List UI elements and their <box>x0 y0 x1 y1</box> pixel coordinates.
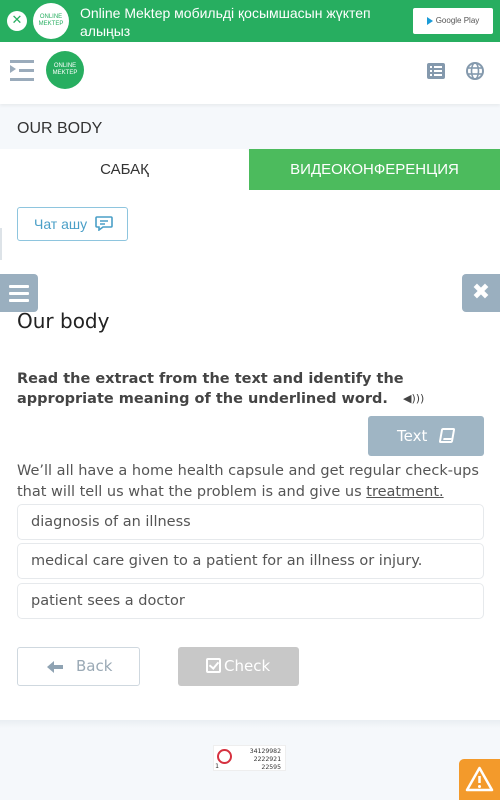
menu-toggle-icon[interactable] <box>10 60 34 82</box>
banner-message: Online Mektep мобильді қосымшасын жүктеп… <box>80 5 371 39</box>
counter-line: 22595 <box>261 763 281 771</box>
counter-logo-icon <box>217 749 232 764</box>
google-play-icon <box>426 16 433 25</box>
banner-close-button[interactable]: ✕ <box>7 11 27 31</box>
side-close-button[interactable]: ✖ <box>462 274 500 312</box>
answer-option[interactable]: patient sees a doctor <box>17 583 484 619</box>
report-problem-button[interactable] <box>459 759 500 800</box>
question-label: Read the extract from the text and ident… <box>17 371 404 407</box>
book-icon <box>438 428 456 443</box>
speaker-icon[interactable]: ◀))) <box>403 389 424 409</box>
tab-videoconference[interactable]: ВИДЕОКОНФЕРЕНЦИЯ <box>249 149 500 190</box>
back-label: Back <box>76 657 113 675</box>
course-title: OUR BODY <box>17 120 103 137</box>
counter-line: 34129982 <box>249 747 281 755</box>
warning-icon <box>465 766 494 792</box>
counter-left-value: 1 <box>215 762 219 770</box>
site-header: ONLINE MEKTEP <box>0 42 500 104</box>
question-text: Read the extract from the text and ident… <box>17 369 487 409</box>
chat-icon <box>95 216 113 231</box>
logo-text: MEKTEP <box>52 70 78 76</box>
arrow-left-icon <box>47 661 63 673</box>
underlined-word: treatment. <box>366 484 444 500</box>
check-label: Check <box>224 657 271 675</box>
extract-text: We’ll all have a home health capsule and… <box>17 461 487 503</box>
lesson-title: Our body <box>17 309 110 333</box>
tab-lesson[interactable]: САБАҚ <box>0 149 249 190</box>
answer-option[interactable]: medical care given to a patient for an i… <box>17 543 484 579</box>
header-logo[interactable]: ONLINE MEKTEP <box>46 51 84 89</box>
logo-text: ONLINE <box>39 14 63 20</box>
open-chat-label: Чат ашу <box>34 216 88 232</box>
footer-divider <box>0 720 500 728</box>
app-download-banner: ✕ ONLINE MEKTEP Online Mektep мобильді қ… <box>0 0 500 42</box>
answer-option[interactable]: diagnosis of an illness <box>17 504 484 540</box>
text-button[interactable]: Text <box>368 416 484 456</box>
text-button-label: Text <box>397 427 428 445</box>
counter-line: 2222921 <box>253 755 281 763</box>
banner-logo: ONLINE MEKTEP <box>33 3 69 39</box>
google-play-label: Google Play <box>435 16 480 25</box>
side-menu-button[interactable] <box>0 274 38 312</box>
google-play-button[interactable]: Google Play <box>413 8 493 34</box>
counter-values: 34129982 2222921 22595 <box>250 747 281 771</box>
open-chat-button[interactable]: Чат ашу <box>17 207 128 241</box>
visit-counter[interactable]: 1 34129982 2222921 22595 <box>213 745 286 771</box>
logo-text: ONLINE <box>53 63 77 69</box>
close-circle-icon: ✕ <box>11 13 23 28</box>
checkbox-icon <box>206 658 221 673</box>
left-divider <box>0 228 2 260</box>
list-icon[interactable] <box>426 61 446 81</box>
close-icon: ✖ <box>471 280 491 305</box>
back-button[interactable]: Back <box>17 647 140 686</box>
check-button[interactable]: Check <box>178 647 299 686</box>
logo-text: MEKTEP <box>38 21 64 27</box>
globe-icon[interactable] <box>465 61 485 81</box>
